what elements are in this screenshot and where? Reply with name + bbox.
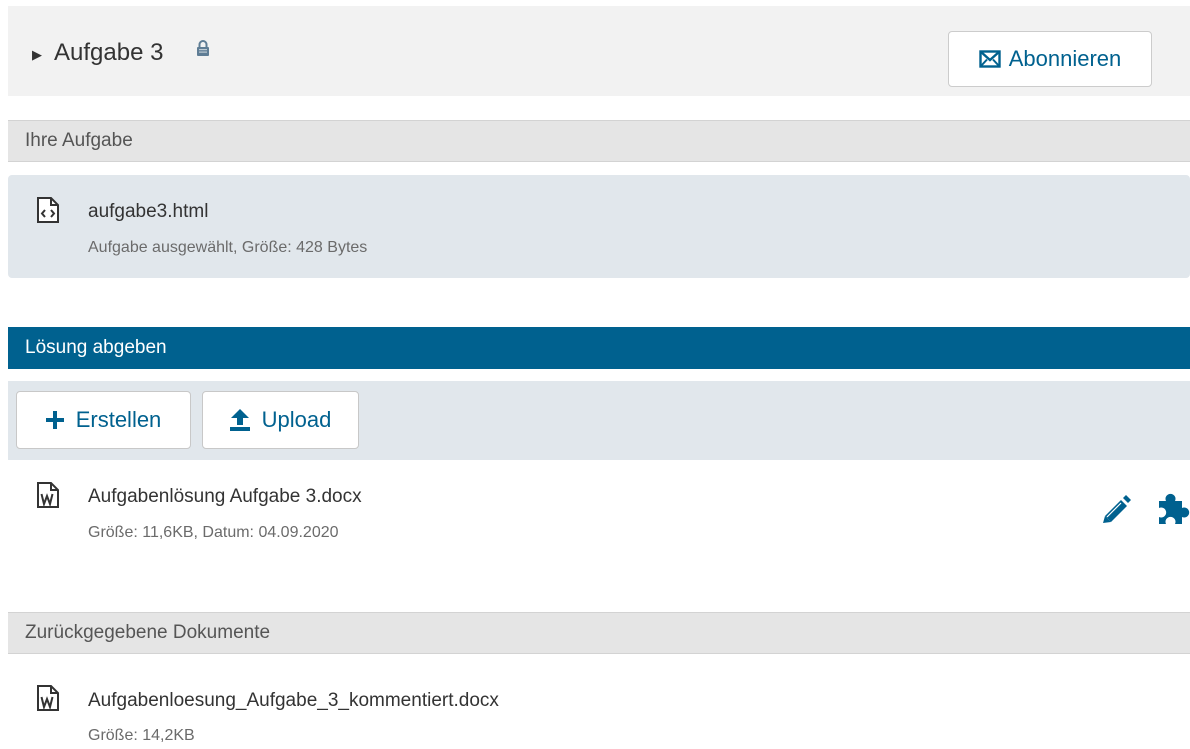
caret-right-icon[interactable]: ▶ [32,48,42,61]
section-heading-task: Ihre Aufgabe [8,120,1190,162]
task-file-meta: Aufgabe ausgewählt, Größe: 428 Bytes [88,239,368,256]
section-heading-submit: Lösung abgeben [8,327,1190,369]
submit-toolbar: Erstellen Upload [8,381,1190,460]
task-file-panel: aufgabe3.html Aufgabe ausgewählt, Größe:… [8,175,1190,278]
subscribe-label: Abonnieren [1008,46,1122,71]
word-file-icon [37,685,59,711]
puzzle-icon[interactable] [1155,493,1190,525]
pencil-icon[interactable] [1100,494,1132,524]
section-heading-returned: Zurückgegebene Dokumente [8,612,1190,654]
create-label: Erstellen [75,407,162,432]
submitted-file-name[interactable]: Aufgabenlösung Aufgabe 3.docx [88,487,362,506]
task-file-name[interactable]: aufgabe3.html [88,202,208,221]
envelope-icon [979,50,1001,68]
task-header: ▶ Aufgabe 3 Abonnieren [8,6,1190,96]
returned-file-meta: Größe: 14,2KB [88,727,195,744]
lock-icon [197,40,209,56]
word-file-icon [37,482,59,508]
submitted-file-meta: Größe: 11,6KB, Datum: 04.09.2020 [88,524,339,541]
returned-file-name[interactable]: Aufgabenloesung_Aufgabe_3_kommentiert.do… [88,691,499,710]
create-button[interactable]: Erstellen [16,391,191,449]
plus-icon [45,411,64,429]
upload-icon [229,409,250,431]
code-file-icon [37,197,59,223]
subscribe-button[interactable]: Abonnieren [948,31,1152,87]
upload-button[interactable]: Upload [202,391,359,449]
page-title[interactable]: Aufgabe 3 [54,41,163,65]
upload-label: Upload [261,407,332,432]
